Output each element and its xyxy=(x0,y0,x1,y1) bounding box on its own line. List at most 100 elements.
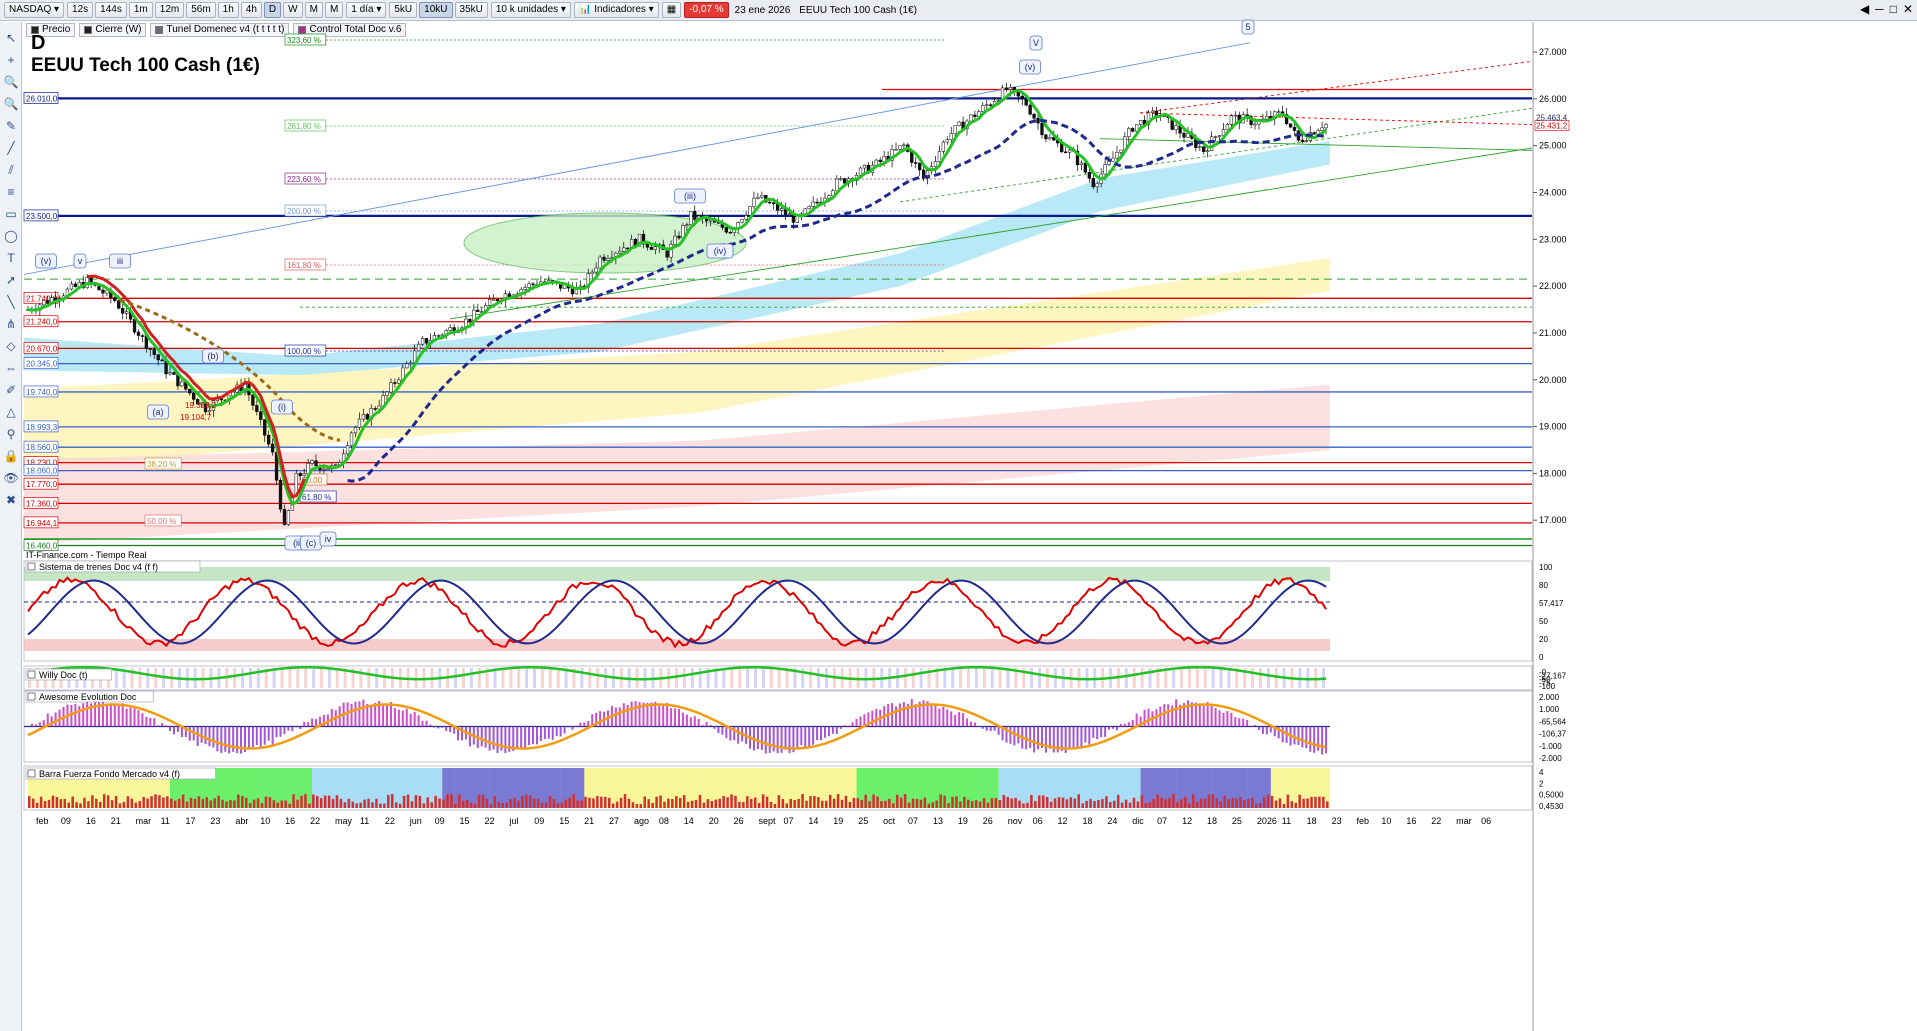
magnet-icon[interactable]: ⚲ xyxy=(3,426,19,442)
fib-label-9: 61,80 % xyxy=(302,493,331,502)
target-ellipse xyxy=(463,212,747,274)
strength-bar xyxy=(1235,798,1238,808)
awesome-bar xyxy=(599,711,602,727)
interval-button-M-9[interactable]: M xyxy=(304,2,323,18)
awesome-bar xyxy=(271,726,274,745)
ellipse-icon[interactable]: ◯ xyxy=(3,228,19,244)
minimize-icon[interactable]: ─ xyxy=(1875,2,1884,16)
strength-bar xyxy=(91,795,94,808)
strength-block xyxy=(1022,768,1035,808)
awesome-bar xyxy=(504,726,507,754)
period-select[interactable]: 1 día ▾ xyxy=(346,2,387,18)
crosshair-icon[interactable]: + xyxy=(3,52,19,68)
unit-button-35kU[interactable]: 35kU xyxy=(454,2,488,18)
candle-body xyxy=(65,288,70,297)
back-icon[interactable]: ◀ xyxy=(1860,2,1869,16)
line-icon[interactable]: ╱ xyxy=(3,140,19,156)
strength-bar xyxy=(1006,796,1009,808)
pitchfork-icon[interactable]: ⋔ xyxy=(3,316,19,332)
candle-body xyxy=(215,398,220,401)
channel-icon[interactable]: ⫽ xyxy=(3,162,19,178)
awesome-bar xyxy=(1131,719,1134,727)
arrow-icon[interactable]: ➚ xyxy=(3,272,19,288)
willy-bar xyxy=(564,668,568,688)
symbol-select[interactable]: NASDAQ ▾ xyxy=(4,2,65,18)
brush-icon[interactable]: ✐ xyxy=(3,382,19,398)
overlay-chip-0[interactable]: Precio xyxy=(26,22,76,37)
interval-button-1h-5[interactable]: 1h xyxy=(217,2,239,18)
interval-button-D-7[interactable]: D xyxy=(263,2,282,18)
strength-bar xyxy=(142,796,145,808)
candle-body xyxy=(132,318,137,333)
strength-block xyxy=(525,768,538,808)
candle-body xyxy=(843,178,847,184)
pen-icon[interactable]: ✎ xyxy=(3,118,19,134)
awesome-bar xyxy=(224,726,227,752)
overlay-chip-1[interactable]: Cierre (W) xyxy=(79,22,147,37)
strength-block xyxy=(465,768,478,808)
candle-body xyxy=(184,381,188,390)
willy-bar xyxy=(162,668,166,688)
strength-bar xyxy=(1045,797,1049,808)
color-button[interactable]: ▦ xyxy=(661,2,682,18)
awesome-bar xyxy=(449,726,452,733)
interval-button-1m-2[interactable]: 1m xyxy=(128,2,153,18)
price-tick-label-10: 17.000 xyxy=(1539,515,1567,525)
overlay-chip-3[interactable]: Control Total Doc v.6 xyxy=(293,22,407,37)
awesome-bar xyxy=(275,726,278,738)
interval-button-W-8[interactable]: W xyxy=(283,2,303,18)
eye-icon[interactable]: 👁 xyxy=(3,470,19,486)
willy-bar xyxy=(611,668,615,688)
shape-icon[interactable]: △ xyxy=(3,404,19,420)
interval-button-M-10[interactable]: M xyxy=(324,2,344,18)
zoom-in-icon[interactable]: 🔍 xyxy=(3,74,19,90)
willy-bar xyxy=(446,668,450,688)
mid-trendline xyxy=(899,107,1533,203)
strength-bar xyxy=(1160,798,1163,808)
willy-bar xyxy=(501,668,505,688)
strength-bar xyxy=(1306,798,1309,808)
wave-label-8: (b) xyxy=(208,351,219,361)
indicators-button[interactable]: 📊 Indicadores ▾ xyxy=(573,2,659,18)
time-label-2: 16 xyxy=(86,816,96,826)
strength-bar xyxy=(1148,802,1152,808)
unit-button-5kU[interactable]: 5kU xyxy=(389,2,418,18)
interval-button-144s-1[interactable]: 144s xyxy=(95,2,127,18)
candle-body xyxy=(866,164,871,173)
main-price-chart[interactable]: 26.010,023.500,021.740,021.240,020.670,0… xyxy=(23,19,1533,560)
measure-icon[interactable]: ⇔ xyxy=(3,360,19,376)
awesome-bar xyxy=(453,726,456,734)
wave-label-5: (v) xyxy=(41,256,52,266)
awesome-bar xyxy=(567,726,570,728)
overlay-chip-2[interactable]: Tunel Domenec v4 (t t t t t) xyxy=(150,22,290,37)
level-label-5: 20.345,0 xyxy=(26,360,58,369)
maximize-icon[interactable]: □ xyxy=(1890,2,1897,16)
interval-button-12m-3[interactable]: 12m xyxy=(154,2,185,18)
willy-bar xyxy=(1251,668,1255,688)
awesome-bar xyxy=(1234,717,1237,727)
close-icon[interactable]: ✕ xyxy=(1903,2,1913,16)
level-tag-13 xyxy=(23,516,59,529)
gann-icon[interactable]: ◇ xyxy=(3,338,19,354)
unit-button-10kU[interactable]: 10kU xyxy=(419,2,453,18)
lock-icon[interactable]: 🔒 xyxy=(3,448,19,464)
strength-bar xyxy=(197,796,201,808)
candle-body xyxy=(598,256,602,269)
zoom-out-icon[interactable]: 🔍 xyxy=(3,96,19,112)
cursor-icon[interactable]: ↖ xyxy=(3,30,19,46)
unit-select[interactable]: 10 k unidades ▾ xyxy=(490,2,571,18)
strength-bar xyxy=(241,796,244,808)
willy-bar xyxy=(477,668,481,688)
fib-icon[interactable]: ≡ xyxy=(3,184,19,200)
fib-tag-3 xyxy=(284,204,327,217)
strength-bar xyxy=(584,796,587,808)
interval-button-12s-0[interactable]: 12s xyxy=(67,2,94,18)
rect-icon[interactable]: ▭ xyxy=(3,206,19,222)
awesome-bar xyxy=(863,714,866,727)
text-icon[interactable]: T xyxy=(3,250,19,266)
interval-button-4h-6[interactable]: 4h xyxy=(240,2,262,18)
trend-icon[interactable]: ╲ xyxy=(3,294,19,310)
trash-icon[interactable]: ✖ xyxy=(3,492,19,508)
willy-bar xyxy=(28,668,31,688)
interval-button-56m-4[interactable]: 56m xyxy=(186,2,216,18)
